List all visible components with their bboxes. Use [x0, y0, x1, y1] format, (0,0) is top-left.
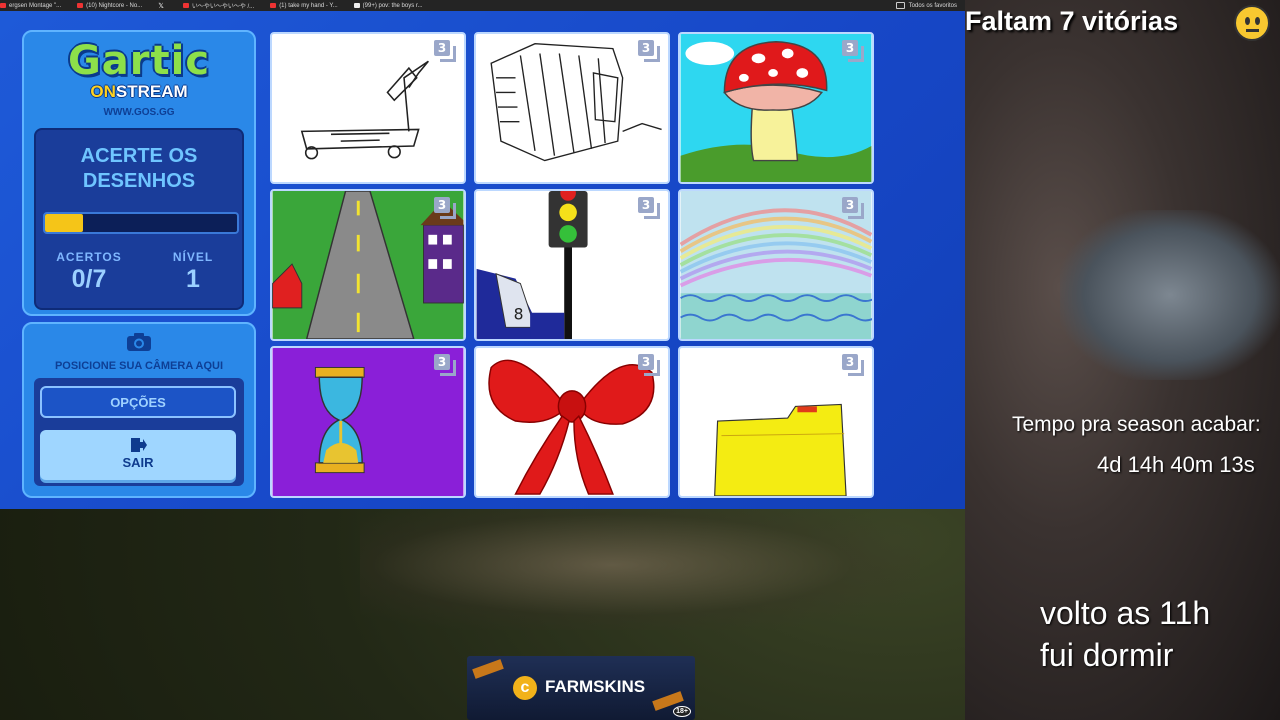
weapon-icon: [472, 659, 504, 679]
season-timer-value: 4d 14h 40m 13s: [1097, 452, 1255, 477]
season-timer-label: Tempo pra season acabar:: [1012, 413, 1261, 436]
youtube-icon: [77, 3, 84, 8]
drawing-tile-traffic-light[interactable]: 8 3: [474, 189, 670, 341]
heading-line-1: ACERTE OS: [80, 145, 198, 167]
bookmark-3[interactable]: い〜やい〜やい〜や /...: [182, 1, 255, 10]
round-badge: 3: [432, 197, 456, 221]
camera-placeholder-text: POSICIONE SUA CÂMERA AQUI: [54, 360, 224, 372]
round-heading: ACERTE OS DESENHOS: [36, 144, 242, 194]
bookmark-label: (1) take my hand - Y...: [279, 2, 338, 9]
away-message-line-1: volto as 11h: [1040, 595, 1211, 631]
all-bookmarks-label: Todos os favoritos: [908, 2, 957, 9]
farmskins-logo-icon: c: [513, 676, 537, 700]
sponsor-banner[interactable]: c FARMSKINS 18+: [467, 656, 695, 720]
round-badge: 3: [840, 354, 864, 378]
drawing-tile-accordion[interactable]: 3: [474, 32, 670, 184]
bookmark-0[interactable]: ergsen Montage "...: [0, 3, 61, 9]
age-rating-badge: 18+: [673, 706, 691, 717]
round-badge: 3: [636, 197, 660, 221]
youtube-icon: [182, 3, 189, 8]
drawing-tile-mushroom[interactable]: 3: [678, 32, 874, 184]
youtube-icon: [270, 3, 277, 8]
drawing-tile-road[interactable]: 3: [270, 189, 466, 341]
progress-bar: [43, 212, 239, 234]
round-badge: 3: [840, 197, 864, 221]
progress-fill: [45, 214, 84, 232]
bookmark-label: い〜やい〜やい〜や /...: [191, 4, 255, 10]
acertos-value: 0/7: [71, 265, 107, 293]
bookmark-label: (10) Nightcore - No...: [86, 2, 143, 9]
logo-on: ON: [90, 82, 116, 101]
round-badge: 3: [636, 40, 660, 64]
options-button[interactable]: OPÇÕES: [40, 386, 236, 418]
round-badge: 3: [636, 354, 660, 378]
heading-line-2: DESENHOS: [82, 170, 196, 192]
round-info-panel: ACERTE OS DESENHOS ACERTOS 0/7 NÍVEL 1: [34, 128, 244, 310]
bookmark-1[interactable]: (10) Nightcore - No...: [77, 3, 142, 9]
sidebar-controls-panel: POSICIONE SUA CÂMERA AQUI OPÇÕES SAIR: [22, 322, 256, 498]
x-icon: 𝕏: [158, 2, 164, 10]
bookmark-label: ergsen Montage "...: [9, 2, 62, 9]
bookmark-4[interactable]: (1) take my hand - Y...: [270, 2, 338, 9]
folder-icon: [895, 2, 905, 9]
exit-button-label: SAIR: [122, 455, 154, 470]
drawing-tile-rainbow[interactable]: 3: [678, 189, 874, 341]
drawing-tile-cart[interactable]: 3: [270, 32, 466, 184]
logo-title: Gartic: [67, 38, 211, 84]
bookmark-label: (99+) pov: the boys r...: [362, 2, 423, 9]
round-badge: 3: [840, 40, 864, 64]
bookmark-5[interactable]: (99+) pov: the boys r...: [353, 2, 423, 9]
drawing-tile-bow[interactable]: 3: [474, 346, 670, 498]
drawing-tile-folder[interactable]: 3: [678, 346, 874, 498]
gartic-game-window: Gartic ONSTREAM WWW.GOS.GG ACERTE OS DES…: [0, 11, 965, 509]
round-badge: 3: [432, 40, 456, 64]
drawing-tile-hourglass[interactable]: 3: [270, 346, 466, 498]
exit-icon: [131, 438, 147, 452]
logo-url: WWW.GOS.GG: [103, 107, 175, 118]
bookmark-2[interactable]: 𝕏: [158, 2, 167, 10]
away-message-line-2: fui dormir: [1040, 637, 1174, 673]
sponsor-name: FARMSKINS: [545, 677, 646, 696]
svg-text:8: 8: [514, 306, 524, 324]
acertos-label: ACERTOS: [56, 250, 122, 264]
nivel-label: NÍVEL: [172, 250, 214, 264]
youtube-icon: [0, 3, 6, 8]
tiktok-icon: [353, 3, 360, 8]
sidebar-status-panel: Gartic ONSTREAM WWW.GOS.GG ACERTE OS DES…: [22, 30, 256, 316]
round-badge: 3: [432, 354, 456, 378]
camera-icon: [127, 333, 151, 351]
logo-stream: STREAM: [115, 82, 188, 101]
wins-remaining-text: Faltam 7 vitórias: [965, 6, 1179, 36]
all-bookmarks[interactable]: Todos os favoritos: [895, 0, 957, 11]
background-armor: [1060, 210, 1280, 380]
bookmarks-bar: ergsen Montage "... (10) Nightcore - No.…: [0, 0, 965, 11]
away-message: volto as 11h fui dormir: [1040, 592, 1210, 676]
background-face: [360, 500, 920, 630]
logo-subtitle: ONSTREAM: [24, 82, 254, 102]
options-area: OPÇÕES SAIR: [34, 378, 244, 486]
nivel-value: 1: [186, 265, 200, 293]
exit-button[interactable]: SAIR: [40, 430, 236, 480]
neutral-face-icon: [1234, 5, 1270, 41]
